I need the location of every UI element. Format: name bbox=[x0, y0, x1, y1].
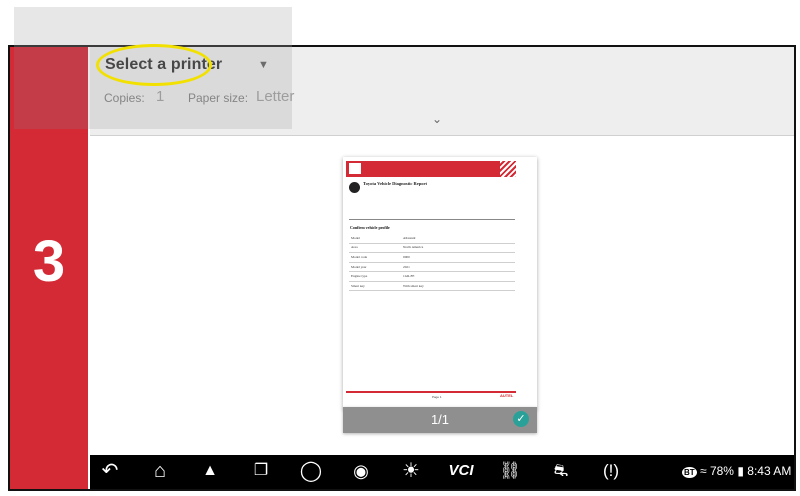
doc-row-divider bbox=[349, 281, 515, 282]
doc-vehicle-avatar bbox=[349, 182, 360, 193]
doc-row-value: Allstandr bbox=[403, 236, 416, 240]
wifi-icon: ≈ bbox=[700, 464, 707, 478]
step-number: 3 bbox=[32, 229, 66, 294]
doc-row-divider bbox=[349, 243, 515, 244]
back-icon[interactable]: ↶ bbox=[95, 459, 125, 483]
expand-settings-chevron-icon[interactable]: ⌄ bbox=[432, 112, 442, 126]
doc-header-stripes bbox=[500, 161, 516, 177]
doc-footer-page: Page 1 bbox=[432, 395, 442, 399]
status-area: BT ≈ 78% ▮ 8:43 AM bbox=[682, 464, 791, 478]
recent-apps-icon[interactable]: ❐ bbox=[246, 459, 276, 483]
doc-row-value: 2021 bbox=[403, 265, 410, 269]
battery-icon: ▮ bbox=[737, 464, 744, 478]
tpms-icon[interactable]: (!) bbox=[596, 459, 626, 483]
doc-title: Toyota Vehicle Diagnostic Report bbox=[363, 181, 427, 186]
doc-row-label: Model bbox=[351, 236, 360, 240]
doc-header-bar bbox=[346, 161, 516, 177]
home-icon[interactable]: ⌂ bbox=[145, 459, 175, 483]
bluetooth-icon: BT bbox=[682, 467, 697, 478]
doc-row-value: North America bbox=[403, 245, 424, 249]
doc-row-label: Smart key bbox=[351, 284, 365, 288]
battery-level: 78% bbox=[709, 464, 734, 478]
doc-row-value: With smart key bbox=[403, 284, 424, 288]
doc-footer-line bbox=[346, 391, 516, 393]
doc-divider bbox=[349, 219, 515, 220]
brightness-icon[interactable]: ☀ bbox=[396, 459, 426, 483]
vehicle-icon[interactable]: ⛓ bbox=[495, 459, 525, 483]
doc-row-label: Model code bbox=[351, 255, 368, 259]
doc-row-divider bbox=[349, 271, 515, 272]
doc-row-value: 1GR-FE bbox=[403, 274, 415, 278]
browser-icon[interactable]: ◯ bbox=[296, 459, 326, 483]
clock: 8:43 AM bbox=[747, 464, 792, 478]
doc-row-label: Model year bbox=[351, 265, 367, 269]
doc-logo-icon bbox=[349, 163, 361, 174]
camera-icon[interactable]: ◉ bbox=[346, 459, 376, 483]
vehicle-profile-icon[interactable]: ⛐ bbox=[546, 459, 576, 483]
highlight-overlay-red bbox=[14, 47, 88, 129]
workshop-icon[interactable]: ▲ bbox=[195, 459, 225, 483]
annotation-ellipse bbox=[96, 44, 212, 86]
doc-row-divider bbox=[349, 262, 515, 263]
vci-icon[interactable]: VCI bbox=[442, 459, 480, 483]
preview-page[interactable] bbox=[343, 157, 537, 409]
doc-row-divider bbox=[349, 290, 515, 291]
doc-row-label: Engine type bbox=[351, 274, 368, 278]
doc-row-divider bbox=[349, 252, 515, 253]
doc-row-label: Area bbox=[351, 245, 358, 249]
doc-brand-logo: AUTEL bbox=[500, 393, 514, 398]
check-icon[interactable]: ✓ bbox=[513, 411, 529, 427]
page-counter: 1/1 bbox=[430, 412, 450, 427]
doc-section-title: Confirm vehicle profile bbox=[350, 225, 390, 230]
doc-row-value: 0000 bbox=[403, 255, 410, 259]
